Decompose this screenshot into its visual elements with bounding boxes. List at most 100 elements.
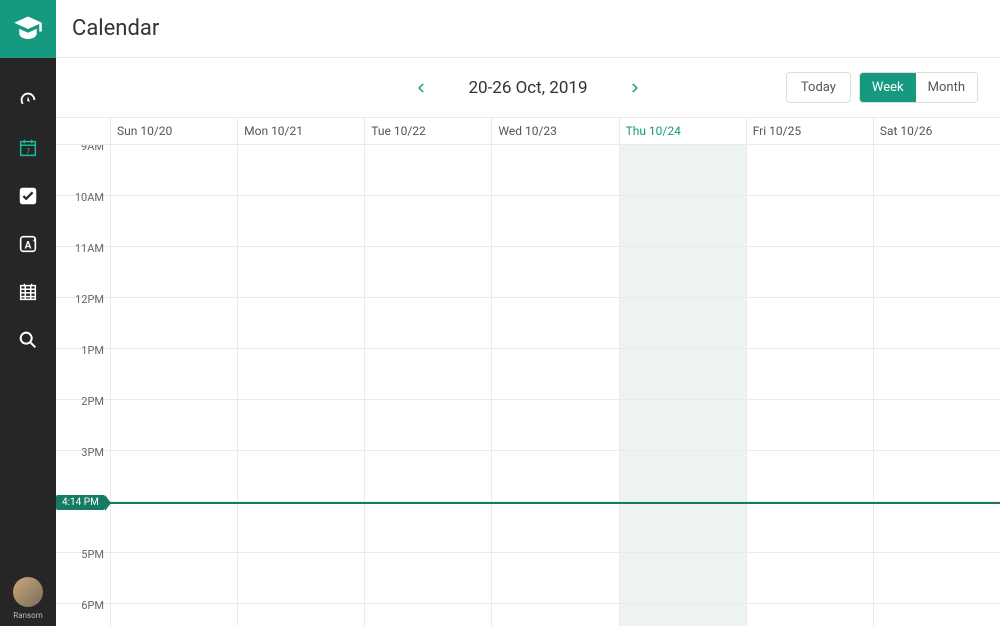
- day-header-cell[interactable]: Tue 10/22: [364, 118, 491, 144]
- calendar-cell[interactable]: [619, 145, 746, 195]
- calendar-cell[interactable]: [237, 196, 364, 246]
- day-header-cell[interactable]: Sat 10/26: [873, 118, 1000, 144]
- calendar-cell[interactable]: [110, 604, 237, 626]
- calendar-cell[interactable]: [491, 400, 618, 450]
- calendar-cell[interactable]: [110, 400, 237, 450]
- calendar-cell[interactable]: [873, 451, 1000, 501]
- nav-calendar[interactable]: 7: [16, 136, 40, 160]
- calendar-cell[interactable]: [873, 298, 1000, 348]
- avatar[interactable]: [13, 577, 43, 607]
- calendar-cell[interactable]: [873, 553, 1000, 603]
- calendar-body[interactable]: 9AM10AM11AM12PM1PM2PM3PM5PM6PM 4:14 PM: [56, 145, 1000, 626]
- calendar-cell[interactable]: [746, 247, 873, 297]
- toolbar: 20-26 Oct, 2019 Today Week Month: [56, 58, 1000, 117]
- calendar-cell[interactable]: [746, 196, 873, 246]
- nav-tasks[interactable]: [16, 184, 40, 208]
- nav-grades[interactable]: A+: [16, 232, 40, 256]
- calendar-cell[interactable]: [746, 451, 873, 501]
- calendar-cell[interactable]: [491, 451, 618, 501]
- app-logo[interactable]: [0, 0, 56, 58]
- nav-dashboard[interactable]: [16, 88, 40, 112]
- calendar-cell[interactable]: [619, 196, 746, 246]
- hour-row: 11AM: [56, 247, 1000, 298]
- calendar-cell[interactable]: [491, 298, 618, 348]
- day-header-cell[interactable]: Sun 10/20: [110, 118, 237, 144]
- calendar-cell[interactable]: [237, 553, 364, 603]
- calendar-cell[interactable]: [237, 604, 364, 626]
- calendar-cell[interactable]: [364, 247, 491, 297]
- calendar-cell[interactable]: [746, 298, 873, 348]
- day-header-cell[interactable]: Mon 10/21: [237, 118, 364, 144]
- calendar-cell[interactable]: [364, 502, 491, 552]
- calendar-cell[interactable]: [110, 247, 237, 297]
- calendar-cell[interactable]: [873, 196, 1000, 246]
- calendar-cell[interactable]: [364, 451, 491, 501]
- next-button[interactable]: [628, 81, 642, 95]
- calendar-cell[interactable]: [237, 145, 364, 195]
- calendar-cell[interactable]: [619, 298, 746, 348]
- nav-schedule[interactable]: [16, 280, 40, 304]
- calendar-cell[interactable]: [364, 553, 491, 603]
- calendar-cell[interactable]: [746, 349, 873, 399]
- calendar-cell[interactable]: [619, 400, 746, 450]
- calendar-cell[interactable]: [873, 145, 1000, 195]
- calendar-cell[interactable]: [364, 349, 491, 399]
- calendar-cell[interactable]: [237, 349, 364, 399]
- calendar-cell[interactable]: [237, 298, 364, 348]
- day-header-cell[interactable]: Wed 10/23: [491, 118, 618, 144]
- today-button[interactable]: Today: [786, 72, 851, 103]
- chevron-right-icon: [628, 81, 642, 95]
- day-header-cell[interactable]: Thu 10/24: [619, 118, 746, 144]
- calendar-cell[interactable]: [110, 349, 237, 399]
- calendar-cell[interactable]: [746, 502, 873, 552]
- hour-label: 12PM: [56, 291, 110, 341]
- calendar-cell[interactable]: [491, 604, 618, 626]
- calendar-cell[interactable]: [110, 451, 237, 501]
- hour-row: 2PM: [56, 400, 1000, 451]
- calendar-cell[interactable]: [619, 451, 746, 501]
- calendar-cell[interactable]: [619, 349, 746, 399]
- calendar-cell[interactable]: [873, 502, 1000, 552]
- calendar-cell[interactable]: [873, 349, 1000, 399]
- calendar-cell[interactable]: [491, 247, 618, 297]
- calendar-cell[interactable]: [110, 145, 237, 195]
- calendar-cell[interactable]: [237, 502, 364, 552]
- nav-search[interactable]: [16, 328, 40, 352]
- calendar-cell[interactable]: [364, 145, 491, 195]
- calendar-cell[interactable]: [619, 553, 746, 603]
- calendar-cell[interactable]: [364, 604, 491, 626]
- calendar-cell[interactable]: [746, 400, 873, 450]
- calendar-cell[interactable]: [619, 247, 746, 297]
- month-button[interactable]: Month: [916, 73, 977, 102]
- calendar-cell[interactable]: [364, 298, 491, 348]
- search-icon: [17, 329, 39, 351]
- day-header-cell[interactable]: Fri 10/25: [746, 118, 873, 144]
- week-button[interactable]: Week: [860, 73, 916, 102]
- calendar-cell[interactable]: [364, 400, 491, 450]
- calendar-cell[interactable]: [364, 196, 491, 246]
- calendar-cell[interactable]: [491, 502, 618, 552]
- calendar-cell[interactable]: [110, 298, 237, 348]
- gauge-icon: [17, 89, 39, 111]
- prev-button[interactable]: [414, 81, 428, 95]
- calendar-cell[interactable]: [491, 196, 618, 246]
- calendar-cell[interactable]: [491, 145, 618, 195]
- calendar-cell[interactable]: [237, 247, 364, 297]
- calendar-cell[interactable]: [873, 247, 1000, 297]
- calendar-cell[interactable]: [237, 400, 364, 450]
- calendar-cell[interactable]: [619, 502, 746, 552]
- calendar-cell[interactable]: [746, 553, 873, 603]
- calendar-cell[interactable]: [237, 451, 364, 501]
- calendar-cell[interactable]: [746, 145, 873, 195]
- calendar-cell[interactable]: [110, 196, 237, 246]
- hour-label: 10AM: [56, 189, 110, 239]
- calendar-cell[interactable]: [873, 400, 1000, 450]
- calendar-cell[interactable]: [110, 502, 237, 552]
- calendar-cell[interactable]: [619, 604, 746, 626]
- calendar-cell[interactable]: [746, 604, 873, 626]
- calendar-cell[interactable]: [873, 604, 1000, 626]
- calendar-cell[interactable]: [491, 553, 618, 603]
- calendar-cell[interactable]: [491, 349, 618, 399]
- calendar-cell[interactable]: [110, 553, 237, 603]
- hour-row: 10AM: [56, 196, 1000, 247]
